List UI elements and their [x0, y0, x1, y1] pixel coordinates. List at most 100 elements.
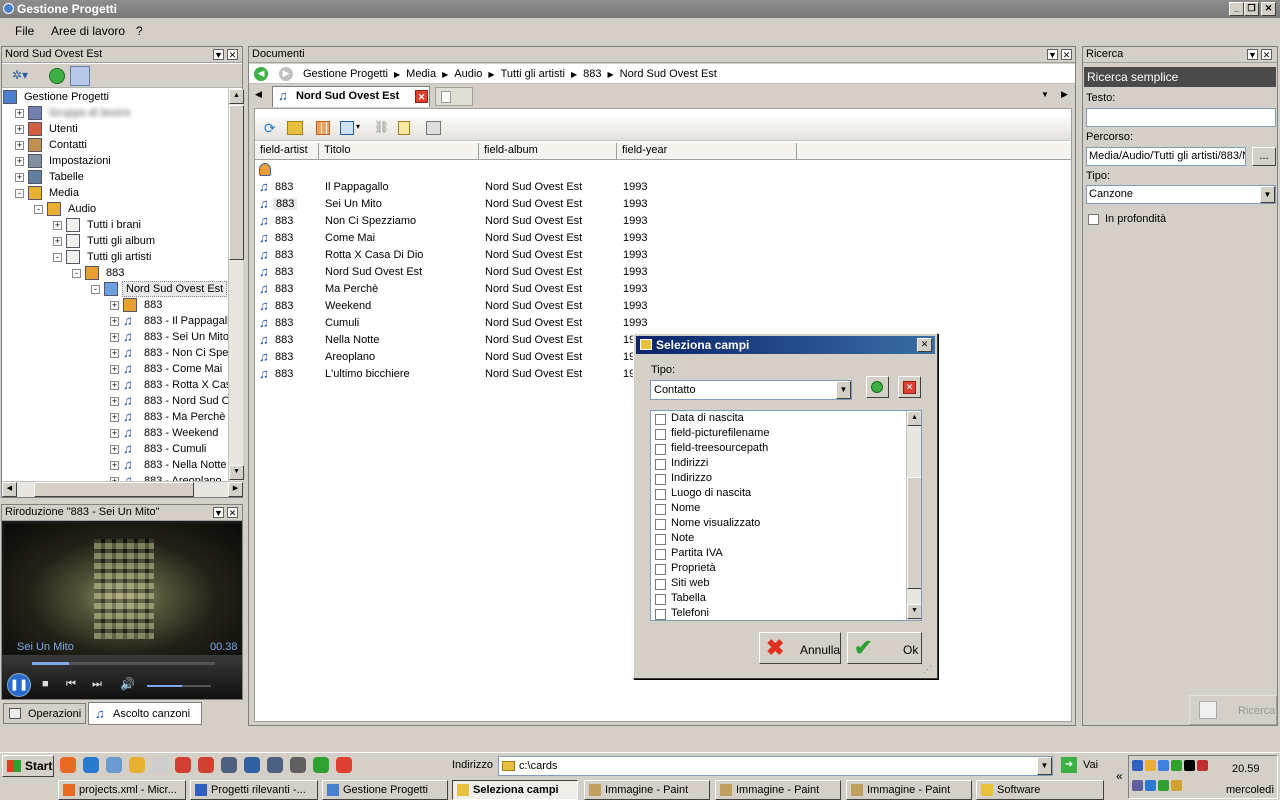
expand-icon[interactable]: +	[110, 301, 119, 310]
tab-document[interactable]: ♫ Nord Sud Ovest Est ✕	[272, 86, 430, 107]
tray-expand-icon[interactable]: «	[1116, 769, 1123, 783]
resize-grip-icon[interactable]: ⋰	[923, 664, 932, 675]
fields-scroll-down-icon[interactable]: ▼	[907, 604, 921, 619]
field-item[interactable]: Indirizzi	[651, 456, 906, 471]
taskbar-button[interactable]: Immagine - Paint	[846, 780, 972, 800]
taskbar-button[interactable]: Gestione Progetti	[322, 780, 448, 800]
dialog-chevron-down-icon[interactable]: ▼	[836, 381, 851, 399]
expand-icon[interactable]: +	[110, 349, 119, 358]
prev-icon[interactable]: ⏮	[66, 678, 76, 691]
tree-item[interactable]: + ♫ 883 - Sei Un Mito	[2, 329, 228, 345]
col-year[interactable]: field-year	[617, 143, 797, 159]
breadcrumb-item[interactable]: Tutti gli artisti	[501, 68, 565, 80]
tree-item[interactable]: + ♫ 883 - Il Pappagallo	[2, 313, 228, 329]
chevron-down-icon[interactable]: ▼	[1260, 186, 1275, 203]
tree-item[interactable]: + Utenti	[2, 121, 228, 137]
tab-operazioni[interactable]: Operazioni	[3, 703, 86, 724]
tray-icon[interactable]	[1145, 780, 1156, 791]
field-checkbox[interactable]	[655, 489, 666, 500]
menu-help[interactable]: ?	[136, 24, 143, 38]
expand-icon[interactable]: +	[110, 381, 119, 390]
tray-icon[interactable]	[1197, 760, 1208, 771]
scroll-thumb[interactable]	[229, 105, 244, 260]
close-tab-icon[interactable]: ✕	[415, 90, 428, 103]
tree-item[interactable]: +883	[2, 297, 228, 313]
tree-item[interactable]: + ♫ 883 - Weekend	[2, 425, 228, 441]
expand-icon[interactable]: +	[15, 141, 24, 150]
select-all-icon[interactable]	[866, 376, 889, 398]
view-dropdown-icon[interactable]: ▾	[356, 122, 360, 131]
tray-icon[interactable]	[1184, 760, 1195, 771]
tree-hscrollbar[interactable]: ◀ ▶	[2, 481, 243, 497]
scroll-left-icon[interactable]: ◀	[2, 482, 17, 497]
percorso-field[interactable]: Media/Audio/Tutti gli artisti/883/N	[1086, 147, 1246, 166]
pause-icon[interactable]: ❚❚	[7, 673, 31, 697]
doc-menu-icon[interactable]: ▼	[1047, 49, 1058, 60]
clipboard-icon[interactable]	[398, 121, 410, 135]
maximize-button[interactable]: ❐	[1244, 2, 1259, 16]
search-close-icon[interactable]: ✕	[1261, 49, 1272, 60]
table-row[interactable]: ♫ 883 Il Pappagallo Nord Sud Ovest Est 1993	[255, 179, 1071, 196]
field-item[interactable]: Nome	[651, 501, 906, 516]
expand-icon[interactable]: +	[110, 429, 119, 438]
table-row[interactable]: ♫ 883 Ma Perchè Nord Sud Ovest Est 1993	[255, 281, 1071, 298]
quick-launch-icon[interactable]	[313, 757, 329, 773]
annulla-button[interactable]: ✖ Annulla	[759, 632, 841, 664]
col-titolo[interactable]: Titolo	[319, 143, 479, 159]
breadcrumb-item[interactable]: Media	[406, 68, 436, 80]
tray-icon[interactable]	[1132, 780, 1143, 791]
field-checkbox[interactable]	[655, 444, 666, 455]
tree-item[interactable]: Gestione Progetti	[2, 89, 228, 105]
table-row[interactable]: ♫ 883 Cumuli Nord Sud Ovest Est 1993	[255, 315, 1071, 332]
start-button[interactable]: Start	[2, 755, 54, 777]
tray-icon[interactable]	[1145, 760, 1156, 771]
field-checkbox[interactable]	[655, 429, 666, 440]
field-checkbox[interactable]	[655, 594, 666, 605]
breadcrumb-item[interactable]: Audio	[454, 68, 482, 80]
field-item[interactable]: Note	[651, 531, 906, 546]
col-album[interactable]: field-album	[479, 143, 617, 159]
field-item[interactable]: Nome visualizzato	[651, 516, 906, 531]
tray-icon[interactable]	[1171, 760, 1182, 771]
fields-scroll-up-icon[interactable]: ▲	[907, 411, 921, 426]
breadcrumb-item[interactable]: 883	[583, 68, 601, 80]
tab-scroll-right-icon[interactable]: ▶	[1061, 89, 1068, 100]
browse-button[interactable]: ...	[1252, 147, 1276, 166]
tree-item[interactable]: + ♫ 883 - Nord Sud Ove	[2, 393, 228, 409]
field-checkbox[interactable]	[655, 534, 666, 545]
ricerca-button[interactable]: Ricerca	[1189, 695, 1277, 725]
volume-slider[interactable]	[147, 685, 211, 687]
expand-icon[interactable]: +	[110, 333, 119, 342]
player-close-icon[interactable]: ✕	[227, 507, 238, 518]
quick-launch-icon[interactable]	[106, 757, 122, 773]
expand-icon[interactable]: +	[53, 221, 62, 230]
expand-icon[interactable]: +	[15, 173, 24, 182]
field-item[interactable]: Proprietà	[651, 561, 906, 576]
field-checkbox[interactable]	[655, 549, 666, 560]
tray-icon[interactable]	[1158, 760, 1169, 771]
address-dropdown-icon[interactable]: ▼	[1037, 757, 1052, 775]
expand-icon[interactable]: +	[110, 461, 119, 470]
expand-icon[interactable]: +	[15, 157, 24, 166]
go-label[interactable]: Vai	[1083, 759, 1098, 771]
tree-item[interactable]: - Tutti gli artisti	[2, 249, 228, 265]
quick-launch-icon[interactable]	[267, 757, 283, 773]
tree-item[interactable]: + ♫ 883 - Come Mai	[2, 361, 228, 377]
testo-input[interactable]	[1086, 108, 1276, 127]
refresh-icon[interactable]: ⟳	[264, 120, 276, 137]
panel-close-icon[interactable]: ✕	[227, 49, 238, 60]
expand-icon[interactable]: +	[110, 445, 119, 454]
minimize-button[interactable]: _	[1229, 2, 1244, 16]
field-checkbox[interactable]	[655, 459, 666, 470]
tree-item[interactable]: + Contatti	[2, 137, 228, 153]
tree-item[interactable]: + Tabelle	[2, 169, 228, 185]
table-row[interactable]: ♫ 883 Rotta X Casa Di Dio Nord Sud Ovest Es…	[255, 247, 1071, 264]
search-menu-icon[interactable]: ▼	[1247, 49, 1258, 60]
collapse-icon[interactable]: -	[72, 269, 81, 278]
quick-launch-icon[interactable]	[152, 757, 168, 773]
field-item[interactable]: Indirizzo	[651, 471, 906, 486]
tab-list-icon[interactable]: ▼	[1041, 90, 1049, 99]
view-icon[interactable]	[340, 121, 354, 135]
taskbar-button[interactable]: projects.xml - Micr...	[58, 780, 186, 800]
tree-item[interactable]: + ♫ 883 - Cumuli	[2, 441, 228, 457]
